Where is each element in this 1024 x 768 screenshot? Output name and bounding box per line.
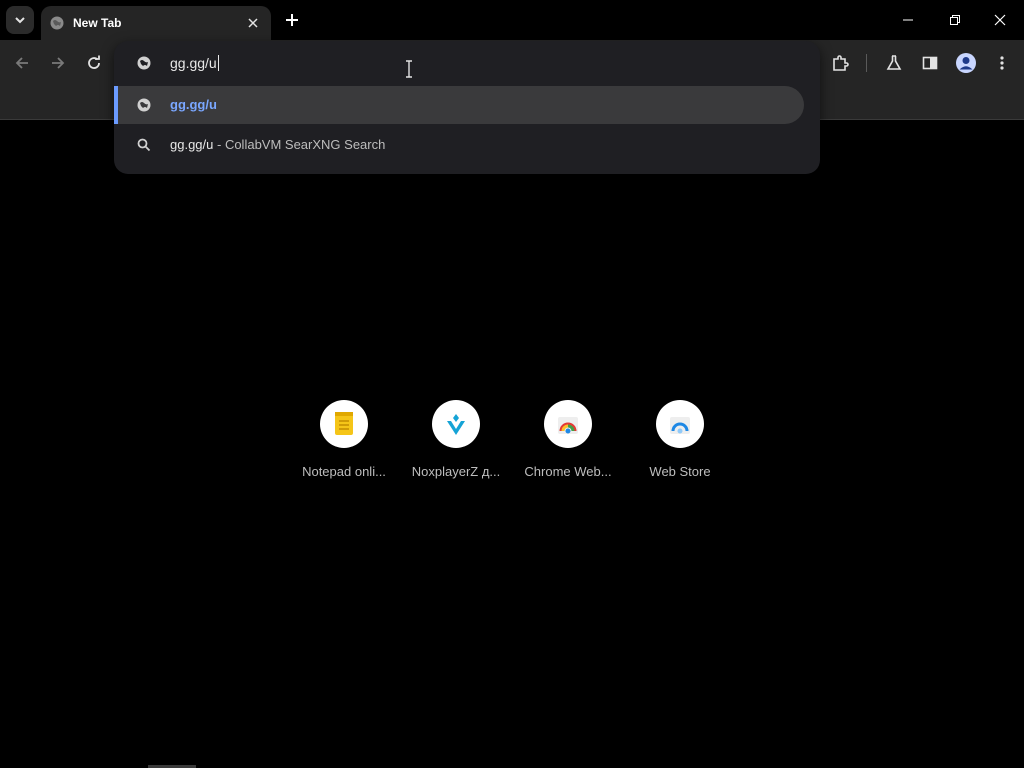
- shortcut-web-store[interactable]: Web Store: [624, 398, 736, 488]
- text-cursor-icon: [406, 60, 412, 78]
- close-window-button[interactable]: [988, 8, 1012, 32]
- reload-button[interactable]: [82, 51, 106, 75]
- close-tab-icon[interactable]: [245, 15, 261, 31]
- forward-button[interactable]: [46, 51, 70, 75]
- avatar-icon: [956, 53, 976, 73]
- shortcut-noxplayer[interactable]: NoxplayerZ д...: [400, 398, 512, 488]
- suggestion-url-text: gg.gg/u: [170, 97, 217, 112]
- shortcut-label: Notepad onli...: [302, 464, 386, 479]
- suggestion-search[interactable]: gg.gg/u - CollabVM SearXNG Search: [114, 126, 804, 164]
- shortcut-chrome-web[interactable]: Chrome Web...: [512, 398, 624, 488]
- labs-button[interactable]: [882, 51, 906, 75]
- puzzle-icon: [833, 55, 849, 71]
- shortcut-label: Web Store: [649, 464, 711, 479]
- restore-icon: [950, 15, 960, 25]
- text-caret: [217, 55, 219, 71]
- more-vert-icon: [1000, 56, 1004, 70]
- chrome-web-store-icon: [544, 400, 592, 448]
- restore-button[interactable]: [943, 8, 967, 32]
- minimize-icon: [903, 19, 913, 21]
- search-icon: [137, 138, 151, 152]
- web-store-icon: [656, 400, 704, 448]
- chevron-down-icon: [15, 17, 25, 24]
- suggestion-query-text: gg.gg/u: [170, 137, 214, 152]
- reload-icon: [88, 55, 100, 69]
- shortcut-label: Chrome Web...: [524, 464, 612, 479]
- suggestion-url[interactable]: gg.gg/u: [114, 86, 804, 124]
- globe-icon: [50, 16, 64, 30]
- close-icon: [994, 14, 1006, 26]
- toolbar-divider: [866, 54, 867, 72]
- profile-button[interactable]: [954, 51, 978, 75]
- menu-button[interactable]: [990, 51, 1014, 75]
- tab-title: New Tab: [73, 16, 122, 30]
- flask-icon: [886, 55, 902, 70]
- extensions-button[interactable]: [828, 51, 852, 75]
- new-tab-button[interactable]: [282, 10, 302, 30]
- tab-search-button[interactable]: [6, 6, 34, 34]
- plus-icon: [286, 14, 298, 26]
- minimize-button[interactable]: [896, 8, 920, 32]
- arrow-left-icon: [15, 57, 28, 69]
- tab-new-tab[interactable]: New Tab: [41, 6, 271, 40]
- address-bar[interactable]: gg.gg/u: [114, 41, 820, 85]
- globe-icon: [137, 56, 151, 70]
- side-panel-icon: [922, 56, 938, 70]
- suggestion-description: - CollabVM SearXNG Search: [217, 137, 386, 152]
- shortcut-notepad[interactable]: Notepad onli...: [288, 398, 400, 488]
- globe-icon: [137, 98, 151, 112]
- title-bar: New Tab: [0, 0, 1024, 40]
- arrow-right-icon: [52, 57, 65, 69]
- selection-indicator: [114, 86, 118, 124]
- notepad-icon: [320, 400, 368, 448]
- address-input[interactable]: gg.gg/u: [170, 55, 219, 71]
- omnibox-dropdown: gg.gg/u gg.gg/u gg.gg/u - CollabVM SearX…: [114, 41, 820, 174]
- noxplayer-icon: [432, 400, 480, 448]
- back-button[interactable]: [10, 51, 34, 75]
- side-panel-button[interactable]: [918, 51, 942, 75]
- shortcut-label: NoxplayerZ д...: [411, 464, 501, 479]
